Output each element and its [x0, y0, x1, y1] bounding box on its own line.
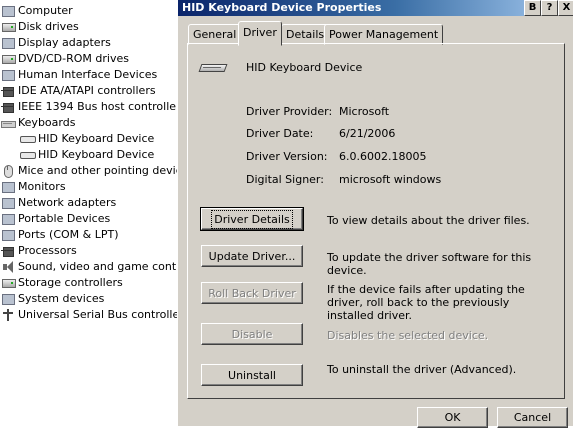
roll-back-driver-button[interactable]: Roll Back Driver — [201, 282, 303, 304]
tree-item-label: Mice and other pointing devices — [18, 164, 177, 177]
keyboard-device-icon — [200, 64, 226, 74]
driver-version-label: Driver Version: — [246, 150, 328, 163]
network-adapter-icon — [0, 196, 16, 210]
tree-item-label: HID Keyboard Device — [38, 148, 155, 161]
driver-provider-value: Microsoft — [339, 105, 390, 118]
tree-category-item[interactable]: Human Interface Devices — [0, 67, 157, 83]
keyboard-device-icon — [18, 132, 36, 146]
computer-icon — [0, 4, 16, 18]
tree-item-label: IDE ATA/ATAPI controllers — [18, 84, 156, 97]
tree-item-label: IEEE 1394 Bus host controllers — [18, 100, 177, 113]
update-driver-button[interactable]: Update Driver... — [201, 245, 303, 267]
tree-item-label: Ports (COM & LPT) — [18, 228, 119, 241]
tab-details[interactable]: Details — [281, 24, 330, 45]
tree-category-item[interactable]: Monitors — [0, 179, 66, 195]
ok-button[interactable]: OK — [417, 407, 488, 428]
keyboard-device-icon — [18, 148, 36, 162]
driver-provider-label: Driver Provider: — [246, 105, 333, 118]
digital-signer-value: microsoft windows — [339, 173, 442, 186]
tree-item-label: Monitors — [18, 180, 66, 193]
tree-item-label: Keyboards — [18, 116, 76, 129]
tree-item-label: System devices — [18, 292, 105, 305]
driver-version-value: 6.0.6002.18005 — [339, 150, 427, 163]
tree-category-item[interactable]: DVD/CD-ROM drives — [0, 51, 129, 67]
hid-icon — [0, 68, 16, 82]
uninstall-button[interactable]: Uninstall — [201, 364, 303, 386]
disable-description: Disables the selected device. — [327, 329, 489, 342]
tree-category-item[interactable]: Sound, video and game controlle — [0, 259, 177, 275]
help-button[interactable]: ? — [541, 0, 558, 16]
driver-date-label: Driver Date: — [246, 127, 314, 140]
tree-item-label: DVD/CD-ROM drives — [18, 52, 129, 65]
tree-category-item[interactable]: Ports (COM & LPT) — [0, 227, 119, 243]
driver-details-description: To view details about the driver files. — [327, 214, 530, 227]
disable-button[interactable]: Disable — [201, 323, 303, 345]
tree-category-item[interactable]: IDE ATA/ATAPI controllers — [0, 83, 156, 99]
digital-signer-label: Digital Signer: — [246, 173, 324, 186]
uninstall-description: To uninstall the driver (Advanced). — [327, 363, 517, 376]
tree-item-label: Disk drives — [18, 20, 79, 33]
tab-power-management[interactable]: Power Management — [324, 24, 444, 45]
tree-category-item[interactable]: Storage controllers — [0, 275, 123, 291]
tree-category-item[interactable]: Universal Serial Bus controllers — [0, 307, 177, 323]
sound-icon — [0, 260, 16, 274]
dvd-drive-icon — [0, 52, 16, 66]
tree-category-item[interactable]: Processors — [0, 243, 77, 259]
properties-dialog: HID Keyboard Device Properties B ? X Gen… — [177, 0, 573, 428]
mouse-icon — [0, 164, 16, 178]
tab-general[interactable]: General — [188, 24, 242, 45]
tree-item-label: Computer — [18, 4, 73, 17]
tree-item-label: Portable Devices — [18, 212, 111, 225]
storage-controller-icon — [0, 276, 16, 290]
device-name: HID Keyboard Device — [246, 61, 363, 74]
system-device-icon — [0, 292, 16, 306]
tree-item-label: Universal Serial Bus controllers — [18, 308, 177, 321]
tree-category-item[interactable]: Keyboards — [0, 115, 75, 131]
dialog-titlebar[interactable]: HID Keyboard Device Properties B ? X — [178, 0, 573, 16]
tree-category-item[interactable]: Portable Devices — [0, 211, 110, 227]
tree-category-item[interactable]: Disk drives — [0, 19, 79, 35]
tab-driver[interactable]: Driver — [238, 21, 282, 46]
portable-device-icon — [0, 212, 16, 226]
tree-item-label: Network adapters — [18, 196, 117, 209]
tree-category-item[interactable]: Network adapters — [0, 195, 116, 211]
cancel-button[interactable]: Cancel — [497, 407, 568, 428]
context-icon[interactable]: B — [524, 0, 541, 16]
tree-category-item[interactable]: IEEE 1394 Bus host controllers — [0, 99, 177, 115]
processor-icon — [0, 244, 16, 258]
usb-icon — [0, 308, 16, 322]
port-icon — [0, 228, 16, 242]
display-adapter-icon — [0, 36, 16, 50]
close-button[interactable]: X — [558, 0, 573, 16]
tree-category-item[interactable]: Mice and other pointing devices — [0, 163, 177, 179]
tree-category-item[interactable]: Computer — [0, 3, 73, 19]
tree-item-label: Processors — [18, 244, 77, 257]
keyboard-icon — [0, 116, 16, 130]
monitor-icon — [0, 180, 16, 194]
update-driver-description: To update the driver software for this d… — [327, 251, 532, 277]
tree-item-label: HID Keyboard Device — [38, 132, 155, 145]
ide-controller-icon — [0, 84, 16, 98]
dialog-title: HID Keyboard Device Properties — [182, 1, 382, 14]
tree-category-item[interactable]: Display adapters — [0, 35, 111, 51]
tree-device-item[interactable]: HID Keyboard Device — [18, 131, 154, 147]
driver-date-value: 6/21/2006 — [339, 127, 396, 140]
tree-item-label: Human Interface Devices — [18, 68, 158, 81]
tree-item-label: Display adapters — [18, 36, 111, 49]
device-tree: Computer Disk drives Display adapters DVD/C… — [0, 0, 177, 426]
driver-details-button[interactable]: Driver Details — [200, 207, 304, 231]
tree-category-item[interactable]: System devices — [0, 291, 104, 307]
disk-drive-icon — [0, 20, 16, 34]
roll-back-description: If the device fails after updating the d… — [327, 283, 525, 322]
tree-device-item[interactable]: HID Keyboard Device — [18, 147, 154, 163]
ieee1394-icon — [0, 100, 16, 114]
tree-item-label: Storage controllers — [18, 276, 123, 289]
tree-item-label: Sound, video and game controlle — [18, 260, 177, 273]
